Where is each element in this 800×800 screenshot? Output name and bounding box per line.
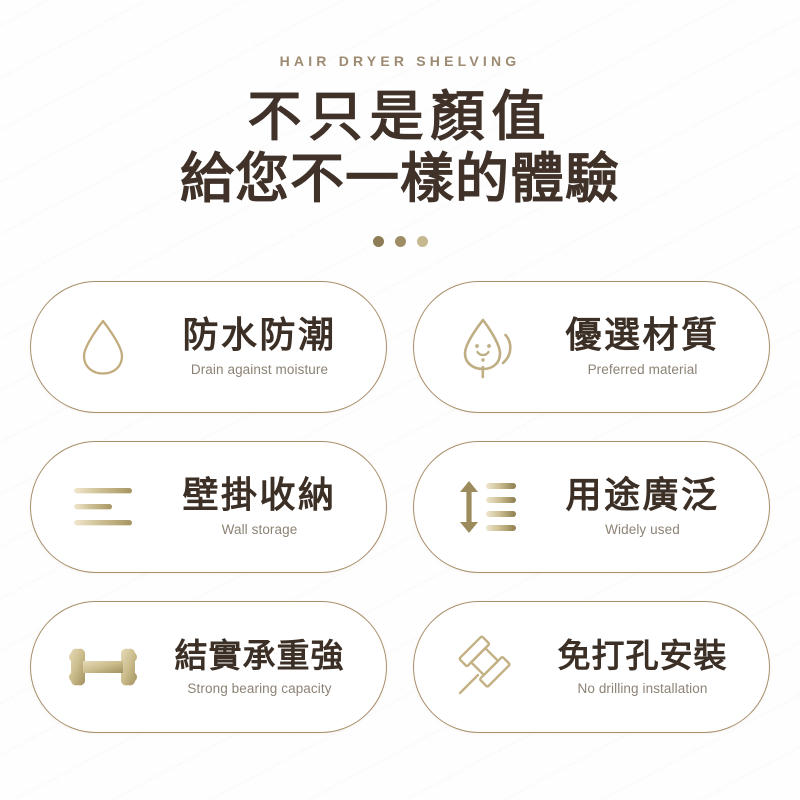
product-feature-poster: HAIR DRYER SHELVING 不只是顏值 給您不一樣的體驗 防水防潮 … xyxy=(0,0,800,800)
feature-subtitle: Strong bearing capacity xyxy=(187,680,332,696)
headline-line-2: 給您不一樣的體驗 xyxy=(180,147,620,211)
push-pin-icon xyxy=(440,621,532,713)
headline-line-1: 不只是顏值 xyxy=(247,85,553,148)
separator-dot-2 xyxy=(394,235,406,247)
feature-card-bearing-capacity[interactable]: 結實承重強 Strong bearing capacity xyxy=(30,600,387,733)
smiling-leaf-icon xyxy=(440,301,532,393)
feature-card-text: 免打孔安裝 No drilling installation xyxy=(528,638,769,696)
feature-card-widely-used[interactable]: 用途廣泛 Widely used xyxy=(413,440,770,573)
page-title: 不只是顏值 給您不一樣的體驗 xyxy=(0,85,800,211)
feature-card-text: 壁掛收納 Wall storage xyxy=(145,474,386,538)
feature-subtitle: Widely used xyxy=(605,522,680,538)
feature-title: 防水防潮 xyxy=(182,314,337,356)
stacked-lines-icon xyxy=(57,461,149,553)
feature-card-text: 結實承重強 Strong bearing capacity xyxy=(145,638,386,696)
feature-card-text: 用途廣泛 Widely used xyxy=(528,474,769,538)
feature-card-no-drilling[interactable]: 免打孔安裝 No drilling installation xyxy=(413,600,770,733)
separator-dot-1 xyxy=(372,235,384,247)
feature-title: 優選材質 xyxy=(565,314,720,356)
feature-card-wall-storage[interactable]: 壁掛收納 Wall storage xyxy=(30,440,387,573)
feature-title: 免打孔安裝 xyxy=(557,636,728,676)
feature-title: 用途廣泛 xyxy=(565,474,720,516)
feature-subtitle: No drilling installation xyxy=(577,680,708,696)
dot-separator xyxy=(0,235,800,247)
separator-dot-3 xyxy=(416,235,428,247)
dumbbell-icon xyxy=(57,621,149,713)
feature-title: 結實承重強 xyxy=(174,636,345,676)
feature-card-waterproof[interactable]: 防水防潮 Drain against moisture xyxy=(30,280,387,413)
water-drop-icon xyxy=(57,301,149,393)
feature-card-text: 防水防潮 Drain against moisture xyxy=(145,314,386,378)
feature-card-grid: 防水防潮 Drain against moisture 優選材質 Preferr… xyxy=(30,280,770,733)
feature-card-material[interactable]: 優選材質 Preferred material xyxy=(413,280,770,413)
feature-subtitle: Drain against moisture xyxy=(190,362,329,378)
feature-subtitle: Preferred material xyxy=(587,362,698,378)
arrows-and-bars-icon xyxy=(440,461,532,553)
feature-title: 壁掛收納 xyxy=(182,474,337,516)
feature-card-text: 優選材質 Preferred material xyxy=(528,314,769,378)
feature-subtitle: Wall storage xyxy=(221,522,298,538)
eyebrow-label: HAIR DRYER SHELVING xyxy=(279,53,521,69)
